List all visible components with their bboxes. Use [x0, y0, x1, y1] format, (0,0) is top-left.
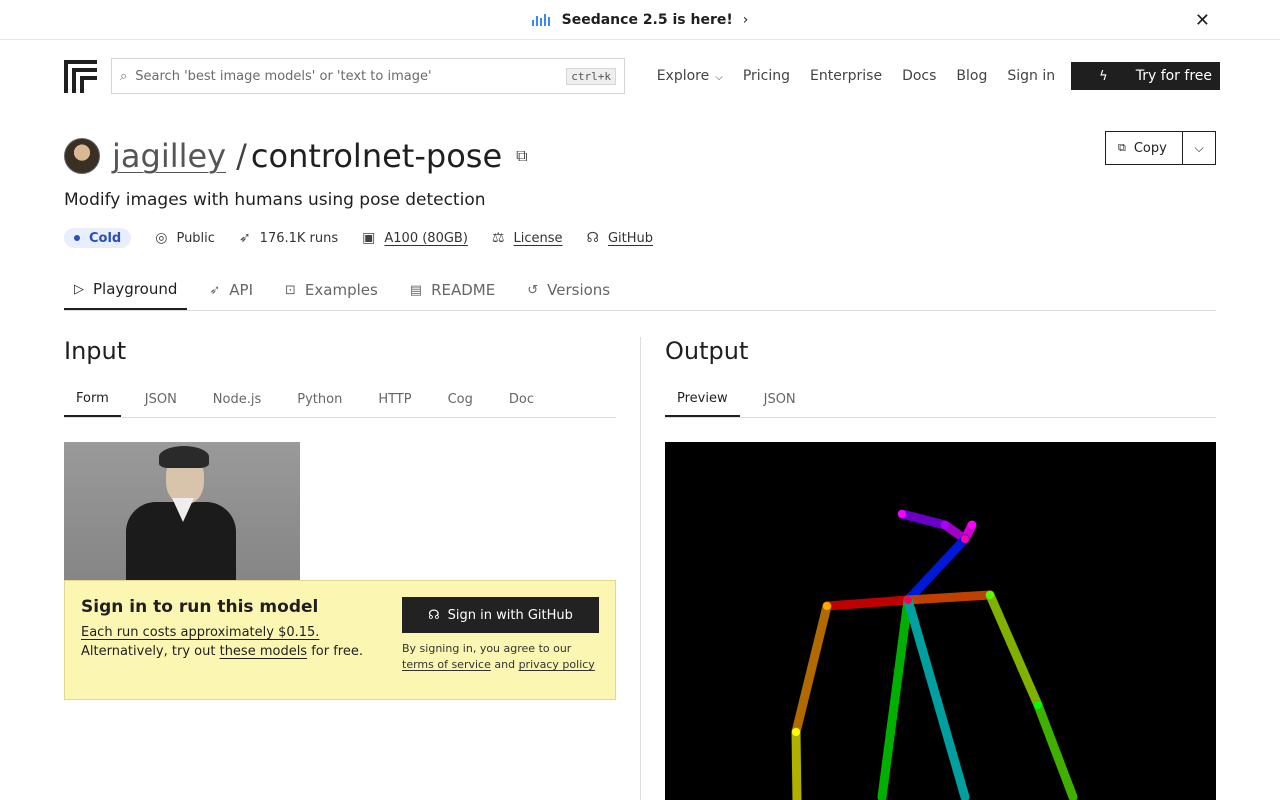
- chevron-down-icon: ⌵: [1194, 140, 1204, 155]
- signin-panel: Sign in to run this model Each run costs…: [64, 580, 616, 700]
- tab-api[interactable]: ➶ API: [199, 270, 263, 310]
- title-separator: /: [236, 137, 247, 175]
- github-link[interactable]: ☊ GitHub: [587, 230, 654, 246]
- nav-enterprise[interactable]: Enterprise: [810, 68, 882, 84]
- privacy-link[interactable]: privacy policy: [519, 658, 595, 671]
- output-title: Output: [665, 337, 749, 365]
- page-title: controlnet-pose: [250, 137, 503, 175]
- subtab-nodejs[interactable]: Node.js: [201, 381, 273, 417]
- subtab-cog[interactable]: Cog: [436, 381, 485, 417]
- tab-examples[interactable]: ⊡ Examples: [275, 270, 388, 310]
- model-meta: Cold ◎ Public ➶ 176.1K runs ▣ A100 (80GB) ⚖…: [0, 218, 1280, 258]
- input-title: Input: [64, 337, 127, 365]
- hardware-link[interactable]: ▣ A100 (80GB): [362, 230, 468, 246]
- copy-button-group: ⧉ Copy ⌵: [1105, 131, 1216, 165]
- scale-icon: ⚖: [491, 230, 505, 246]
- signin-github-button[interactable]: ☊ Sign in with GitHub: [402, 597, 599, 633]
- nav-docs[interactable]: Docs: [902, 68, 936, 84]
- globe-icon: ◎: [155, 230, 168, 246]
- github-icon: ☊: [586, 230, 599, 246]
- model-title-row: jagilley / controlnet-pose ⧉ ⧉ Copy ⌵: [0, 112, 1280, 180]
- nav-explore[interactable]: Explore ⌵: [657, 68, 723, 84]
- search-placeholder: Search 'best image models' or 'text to i…: [135, 68, 432, 84]
- these-models-link[interactable]: these models: [220, 644, 308, 659]
- subtab-docker[interactable]: Doc: [497, 381, 546, 417]
- status-dot: [74, 235, 80, 241]
- copy-icon: ⧉: [1118, 141, 1126, 154]
- runs-info: ➶ 176.1K runs: [238, 230, 339, 246]
- document-icon: ▤: [409, 282, 423, 298]
- nav-links: Explore ⌵ Pricing Enterprise Docs Blog Si…: [657, 62, 1220, 90]
- output-subtabs: Preview JSON: [665, 381, 1216, 418]
- chevron-down-icon: ⌵: [715, 72, 723, 83]
- visibility-info: ◎ Public: [155, 230, 215, 246]
- rocket-icon: ➶: [238, 230, 251, 246]
- close-icon[interactable]: ✕: [1195, 10, 1210, 31]
- subtab-http[interactable]: HTTP: [366, 381, 423, 417]
- subtab-json[interactable]: JSON: [133, 381, 189, 417]
- copy-label: Copy: [1133, 140, 1167, 156]
- avatar[interactable]: [64, 138, 100, 174]
- replicate-logo[interactable]: [64, 59, 97, 93]
- tab-readme[interactable]: ▤ README: [400, 270, 505, 310]
- banner-text[interactable]: Seedance 2.5 is here!: [562, 12, 733, 28]
- github-icon: ☊: [428, 607, 440, 623]
- pose-skeleton: [791, 509, 1078, 800]
- copy-button[interactable]: ⧉ Copy: [1106, 132, 1183, 164]
- terms-text: By signing in, you agree to our terms of…: [402, 642, 595, 671]
- input-pane: Input Form JSON Node.js Python HTTP Cog …: [64, 337, 640, 800]
- model-tabs: ▷ Playground ➶ API ⊡ Examples ▤ README ↺ Vers…: [64, 270, 1216, 311]
- bookmark-icon: ⊡: [285, 282, 296, 298]
- subtab-output-json[interactable]: JSON: [752, 381, 808, 417]
- search-icon: ⌕: [120, 68, 128, 84]
- tab-playground[interactable]: ▷ Playground: [64, 270, 188, 310]
- license-link[interactable]: ⚖ License: [492, 230, 563, 246]
- playground-panes: Input Form JSON Node.js Python HTTP Cog …: [0, 337, 1280, 800]
- subtab-python[interactable]: Python: [285, 381, 354, 417]
- announcement-banner[interactable]: Seedance 2.5 is here! › ✕: [0, 0, 1280, 40]
- try-for-free-button[interactable]: ϟ Try for free: [1071, 62, 1220, 90]
- status-badge: Cold: [64, 228, 132, 248]
- output-pose-image[interactable]: [665, 442, 1216, 800]
- nav-signin[interactable]: Sign in: [1007, 68, 1055, 84]
- subtab-form[interactable]: Form: [64, 381, 121, 417]
- copy-name-icon[interactable]: ⧉: [516, 146, 527, 166]
- subtab-preview[interactable]: Preview: [665, 381, 740, 417]
- shortcut-hint: ctrl+k: [566, 67, 616, 85]
- output-pane: Output Preview JSON: [665, 337, 1216, 800]
- chip-icon: ▣: [362, 230, 376, 246]
- bar-chart-icon: [531, 13, 550, 26]
- nav-blog[interactable]: Blog: [956, 68, 987, 84]
- chevron-right-icon: ›: [742, 11, 749, 28]
- play-icon: ▷: [74, 281, 84, 297]
- bolt-icon: ϟ: [1099, 68, 1108, 84]
- rocket-icon: ➶: [209, 282, 221, 298]
- top-nav: ⌕ Search 'best image models' or 'text to…: [0, 40, 1280, 112]
- model-description: Modify images with humans using pose det…: [64, 190, 486, 210]
- terms-link[interactable]: terms of service: [402, 658, 491, 671]
- copy-dropdown-button[interactable]: ⌵: [1183, 132, 1215, 164]
- owner-link[interactable]: jagilley: [112, 137, 226, 175]
- pane-divider: [640, 337, 641, 800]
- tab-versions[interactable]: ↺ Versions: [517, 270, 620, 310]
- nav-pricing[interactable]: Pricing: [743, 68, 790, 84]
- try-label: Try for free: [1135, 68, 1212, 84]
- input-subtabs: Form JSON Node.js Python HTTP Cog Doc: [64, 381, 616, 418]
- history-icon: ↺: [527, 282, 539, 298]
- search-input[interactable]: ⌕ Search 'best image models' or 'text to…: [111, 58, 625, 94]
